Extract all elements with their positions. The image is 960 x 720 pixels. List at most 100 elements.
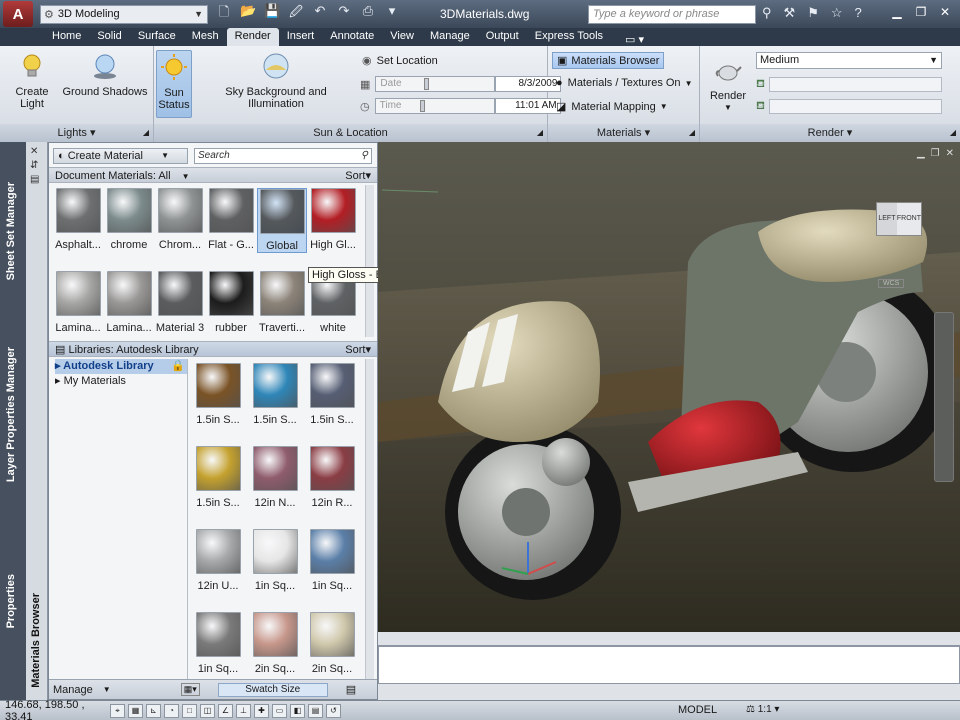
help-button[interactable]: ? xyxy=(855,5,862,21)
library-material-swatch[interactable]: 1.5in S... xyxy=(250,363,300,426)
library-scrollbar[interactable] xyxy=(365,359,374,679)
restore-icon[interactable]: ❐ xyxy=(912,5,930,21)
materials-browser-button[interactable]: ▣ Materials Browser xyxy=(552,52,665,69)
library-material-swatch[interactable]: 12in U... xyxy=(193,529,243,592)
new-icon[interactable]: 🗋 xyxy=(216,3,232,25)
panel-launcher-icon[interactable]: ◢ xyxy=(950,124,956,142)
model-space-label[interactable]: MODEL xyxy=(678,704,717,716)
document-material-swatch[interactable]: Material 3 xyxy=(155,271,205,334)
viewcube-front-face[interactable]: FRONT xyxy=(896,203,921,235)
otrack-toggle-icon[interactable]: ∠ xyxy=(218,703,233,718)
render-preset-field[interactable] xyxy=(769,77,942,92)
document-material-swatch[interactable]: Lamina... xyxy=(53,271,103,334)
viewport-close-icon[interactable]: ✕ xyxy=(946,148,954,159)
close-icon[interactable]: ✕ xyxy=(936,5,954,21)
snap-toggle-icon[interactable]: ⌖ xyxy=(110,703,125,718)
lwt-toggle-icon[interactable]: ▭ xyxy=(272,703,287,718)
saveas-icon[interactable]: 🖉 xyxy=(288,3,304,25)
library-material-swatch[interactable]: 12in R... xyxy=(307,446,357,509)
coordinate-readout[interactable]: 146.68, 198.50 , 33.41 xyxy=(0,699,110,720)
tab-express-tools[interactable]: Express Tools xyxy=(527,28,611,46)
navigation-bar[interactable] xyxy=(934,312,954,482)
layer-properties-manager-tab[interactable]: Layer Properties Manager xyxy=(5,347,17,482)
tab-solid[interactable]: Solid xyxy=(89,28,129,46)
tab-surface[interactable]: Surface xyxy=(130,28,184,46)
sun-location-panel-title[interactable]: Sun & Location ◢ xyxy=(154,124,547,142)
material-search-input[interactable]: Search ⚲ xyxy=(194,148,372,164)
time-slider-knob[interactable] xyxy=(419,100,425,112)
panel-launcher-icon[interactable]: ◢ xyxy=(537,124,543,142)
tab-insert[interactable]: Insert xyxy=(279,28,323,46)
open-icon[interactable]: 📂 xyxy=(240,3,256,25)
tab-output[interactable]: Output xyxy=(478,28,527,46)
materials-textures-button[interactable]: ● Materials / Textures On ▼ xyxy=(556,77,692,89)
document-material-swatch[interactable]: Chrom... xyxy=(155,188,205,251)
library-material-swatch[interactable]: 1in Sq... xyxy=(250,529,300,592)
create-material-button[interactable]: ◐ Create Material ▼ xyxy=(53,148,188,164)
document-material-swatch[interactable]: Global xyxy=(257,188,307,253)
library-material-swatch[interactable]: 12in N... xyxy=(250,446,300,509)
infocenter-search-input[interactable]: Type a keyword or phrase xyxy=(588,5,756,24)
ground-shadows-button[interactable]: Ground Shadows xyxy=(62,52,148,98)
sheet-set-manager-tab[interactable]: Sheet Set Manager xyxy=(5,182,17,280)
render-panel-title[interactable]: Render ▾ ◢ xyxy=(700,124,960,142)
annotation-scale[interactable]: ⚖ 1:1 ▾ xyxy=(746,704,779,715)
library-material-swatch[interactable]: 2in Sq... xyxy=(250,612,300,675)
tools-icon[interactable]: ⚒ xyxy=(784,5,796,21)
favorites-icon[interactable]: ☆ xyxy=(831,5,843,21)
osnap-toggle-icon[interactable]: □ xyxy=(182,703,197,718)
tab-home[interactable]: Home xyxy=(44,28,89,46)
viewport-minimize-icon[interactable]: ▁ xyxy=(917,148,925,159)
palette-autohide-icon[interactable]: ⇵ xyxy=(30,160,38,171)
tab-manage[interactable]: Manage xyxy=(422,28,478,46)
horizontal-scrollbar[interactable] xyxy=(378,684,960,700)
properties-tab[interactable]: Properties xyxy=(5,574,17,628)
ducs-toggle-icon[interactable]: ⊥ xyxy=(236,703,251,718)
binoculars-icon[interactable]: ⚲ xyxy=(762,5,772,21)
viewport-restore-icon[interactable]: ❐ xyxy=(931,148,940,159)
3d-viewport[interactable]: LEFT FRONT WCS ▁ ❐ ✕ xyxy=(378,142,960,632)
command-line[interactable] xyxy=(378,646,960,684)
sun-status-button[interactable]: Sun Status xyxy=(156,50,192,118)
tree-item-autodesk-library[interactable]: ▸ Autodesk Library 🔒 xyxy=(55,359,187,374)
manage-button[interactable]: Manage xyxy=(53,684,93,696)
qp-toggle-icon[interactable]: ▤ xyxy=(308,703,323,718)
tab-mesh[interactable]: Mesh xyxy=(184,28,227,46)
library-sort-button[interactable]: Sort▾ xyxy=(345,342,371,358)
library-material-swatch[interactable]: 1.5in S... xyxy=(307,363,357,426)
library-material-swatch[interactable]: 1in Sq... xyxy=(193,612,243,675)
library-header[interactable]: ▤ Libraries: Autodesk Library Sort▾ xyxy=(49,341,377,357)
render-preset-icon[interactable]: ⛾ xyxy=(756,78,765,92)
tab-render[interactable]: Render xyxy=(226,28,279,46)
redo-icon[interactable]: ↷ xyxy=(336,3,352,25)
tree-item-my-materials[interactable]: ▸ My Materials xyxy=(55,374,187,389)
document-material-swatch[interactable]: chrome xyxy=(104,188,154,251)
application-menu-button[interactable]: A xyxy=(3,1,33,27)
swatch-size-slider[interactable]: Swatch Size xyxy=(217,682,328,697)
sc-toggle-icon[interactable]: ↺ xyxy=(326,703,341,718)
document-material-swatch[interactable]: Lamina... xyxy=(104,271,154,334)
print-icon[interactable]: ⎙ xyxy=(360,3,376,25)
document-materials-header[interactable]: Document Materials: All ▼ Sort▾ xyxy=(49,167,377,183)
wcs-menu[interactable]: WCS xyxy=(878,279,905,288)
material-mapping-button[interactable]: ◪ Material Mapping ▼ xyxy=(556,100,668,114)
ribbon-minimize-icon[interactable]: ▭ ▾ xyxy=(625,31,644,46)
library-material-swatch[interactable]: 2in Sq... xyxy=(307,612,357,675)
set-location-button[interactable]: ◉ Set Location xyxy=(362,54,438,68)
render-output-field[interactable] xyxy=(769,99,942,114)
render-quality-dropdown[interactable]: Medium ▼ xyxy=(756,52,942,69)
qa-dropdown-icon[interactable]: ▾ xyxy=(384,3,400,25)
materials-panel-title[interactable]: Materials ▾ ◢ xyxy=(548,124,699,142)
polar-toggle-icon[interactable]: ◔ xyxy=(164,703,179,718)
dyn-toggle-icon[interactable]: ✚ xyxy=(254,703,269,718)
viewcube[interactable]: LEFT FRONT xyxy=(876,202,922,236)
grid-toggle-icon[interactable]: ▦ xyxy=(128,703,143,718)
library-material-swatch[interactable]: 1.5in S... xyxy=(193,446,243,509)
panel-launcher-icon[interactable]: ◢ xyxy=(689,124,695,142)
swatch-mode-icon[interactable]: ▤ xyxy=(346,683,356,696)
panel-launcher-icon[interactable]: ◢ xyxy=(143,124,149,142)
document-material-swatch[interactable]: rubber xyxy=(206,271,256,334)
ortho-toggle-icon[interactable]: ⊾ xyxy=(146,703,161,718)
sky-background-button[interactable]: Sky Background and Illumination xyxy=(198,52,354,110)
document-sort-button[interactable]: Sort▾ xyxy=(345,168,371,184)
